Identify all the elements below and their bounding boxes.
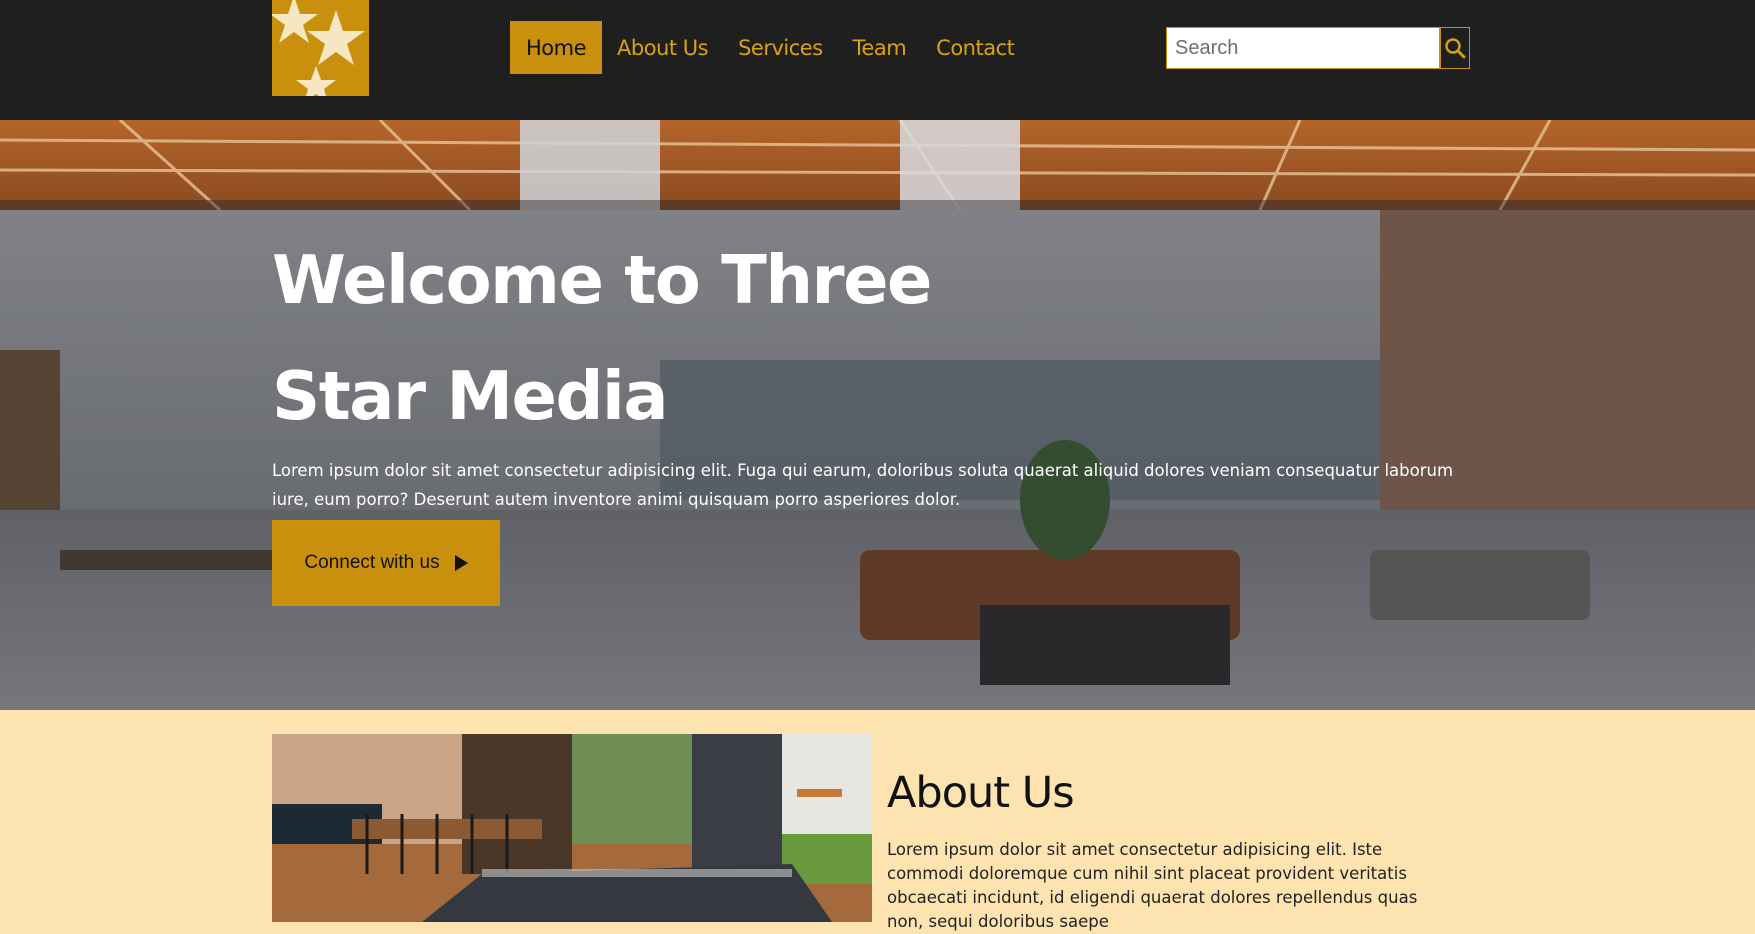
site-header: Home About Us Services Team Contact — [0, 0, 1755, 120]
about-photo — [272, 734, 872, 922]
stars-logo-icon — [272, 0, 369, 96]
connect-button[interactable]: Connect with us — [272, 520, 500, 606]
about-description: Lorem ipsum dolor sit amet consectetur a… — [887, 840, 1418, 931]
office-lounge-image — [272, 734, 872, 922]
nav-item-services[interactable]: Services — [723, 21, 838, 74]
search-button[interactable] — [1440, 27, 1470, 69]
nav-item-home[interactable]: Home — [510, 21, 603, 74]
search-icon — [1445, 38, 1466, 59]
main-nav: Home About Us Services Team Contact — [510, 21, 1029, 74]
search-box — [1166, 27, 1470, 69]
about-title: About Us — [887, 768, 1075, 818]
hero-description: Lorem ipsum dolor sit amet consectetur a… — [272, 461, 1454, 509]
play-arrow-icon — [454, 555, 468, 571]
nav-item-team[interactable]: Team — [838, 21, 922, 74]
nav-item-about-us[interactable]: About Us — [602, 21, 723, 74]
connect-button-label: Connect with us — [304, 552, 440, 573]
search-input[interactable] — [1166, 27, 1440, 69]
nav-item-contact[interactable]: Contact — [921, 21, 1029, 74]
hero-title: Welcome to Three Star Media — [272, 241, 932, 435]
logo[interactable] — [272, 0, 369, 96]
